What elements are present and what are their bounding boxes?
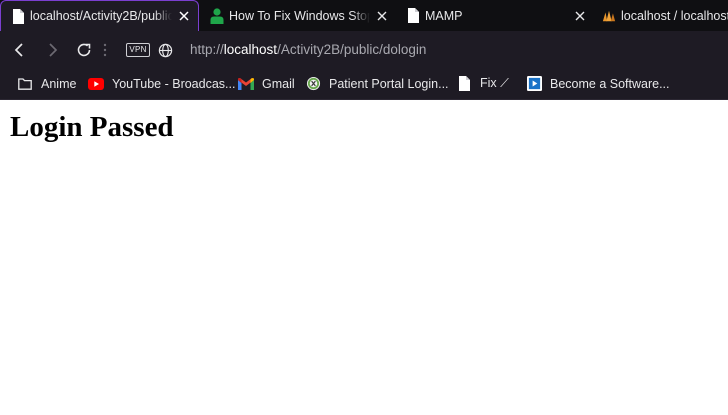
tab-how-to-fix-windows[interactable]: How To Fix Windows Stop C xyxy=(200,0,396,31)
youtube-icon xyxy=(88,76,104,92)
globe-icon[interactable] xyxy=(154,39,176,61)
document-icon xyxy=(456,76,472,92)
phpmyadmin-icon xyxy=(602,8,616,24)
bookmark-gmail[interactable]: Gmail xyxy=(238,69,295,98)
play-box-icon xyxy=(526,76,542,92)
bookmark-label: Fix ⟋ xyxy=(480,76,509,90)
tab-mamp[interactable]: MAMP xyxy=(396,0,594,31)
url-scheme: http:// xyxy=(190,42,224,57)
document-icon xyxy=(11,8,25,24)
url-host: localhost xyxy=(223,42,278,57)
bookmark-label: Become a Software... xyxy=(550,76,670,91)
folder-icon xyxy=(17,76,33,92)
back-arrow-icon[interactable] xyxy=(9,39,31,61)
address-bar-input[interactable]: http://localhost/Activity2B/public/dolog… xyxy=(190,42,426,57)
bookmark-become-software[interactable]: Become a Software... xyxy=(526,69,670,98)
bookmark-fix[interactable]: Fix ⟋ xyxy=(456,69,509,98)
bookmark-label: Anime xyxy=(41,76,77,91)
patient-portal-icon xyxy=(305,76,321,92)
close-icon[interactable] xyxy=(374,8,390,24)
bookmark-label: Patient Portal Login... xyxy=(329,76,449,91)
page-viewport: Login Passed xyxy=(0,101,728,415)
close-icon[interactable] xyxy=(176,8,192,24)
vpn-badge[interactable]: VPN xyxy=(126,43,150,57)
page-heading: Login Passed xyxy=(10,111,174,143)
bookmark-label: Gmail xyxy=(262,76,295,91)
person-icon xyxy=(210,7,224,24)
gmail-icon xyxy=(238,76,254,92)
tab-title: localhost / localhost xyxy=(621,8,728,23)
bookmark-label: YouTube - Broadcas... xyxy=(112,76,236,91)
reload-icon[interactable] xyxy=(73,39,95,61)
tab-phpmyadmin-localhost[interactable]: localhost / localhost xyxy=(594,0,728,31)
bookmark-patient-portal[interactable]: Patient Portal Login... xyxy=(305,69,449,98)
bookmark-anime[interactable]: Anime xyxy=(17,69,76,98)
tab-strip: localhost/Activity2B/public How To Fix W… xyxy=(0,0,728,31)
tab-title: MAMP xyxy=(425,8,463,23)
tab-title: localhost/Activity2B/public xyxy=(30,9,172,23)
bookmark-youtube[interactable]: YouTube - Broadcas... xyxy=(88,69,235,98)
document-icon xyxy=(406,8,420,24)
tab-localhost-activity2b[interactable]: localhost/Activity2B/public xyxy=(0,0,199,31)
navigation-toolbar: VPN http://localhost/Activity2B/public/d… xyxy=(0,31,728,69)
url-path: /Activity2B/public/dologin xyxy=(277,42,427,57)
bookmarks-bar: Anime YouTube - Broadcas... Gmail Patien… xyxy=(0,69,728,100)
close-icon[interactable] xyxy=(572,8,588,24)
more-dots-icon[interactable] xyxy=(97,39,113,61)
forward-arrow-icon[interactable] xyxy=(41,39,63,61)
tab-title: How To Fix Windows Stop C xyxy=(229,8,370,23)
